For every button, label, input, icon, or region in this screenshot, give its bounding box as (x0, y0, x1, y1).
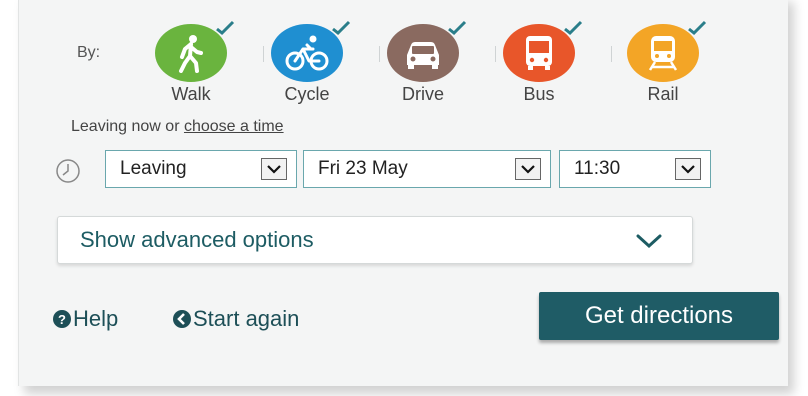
mode-walk-label: Walk (171, 84, 211, 104)
get-directions-button[interactable]: Get directions (539, 292, 779, 340)
walk-icon (179, 35, 203, 73)
date-value: Fri 23 May (318, 158, 408, 179)
dropdown-arrow-icon[interactable] (675, 158, 701, 180)
mode-bus-toggle[interactable]: Bus (491, 20, 587, 108)
check-icon (688, 20, 707, 36)
cycle-icon (285, 35, 329, 71)
show-advanced-options-toggle[interactable]: Show advanced options (57, 216, 693, 264)
svg-text:?: ? (58, 312, 66, 327)
check-icon (564, 20, 583, 36)
clock-icon (56, 159, 80, 183)
time-value: 11:30 (574, 158, 621, 179)
mode-bus-label: Bus (523, 84, 555, 104)
mode-separator (611, 46, 612, 62)
mode-cycle-toggle[interactable]: Cycle (259, 20, 355, 108)
mode-drive-label: Drive (401, 84, 444, 104)
check-icon (448, 20, 467, 36)
leaving-info: Leaving now or choose a time (71, 118, 284, 136)
date-select[interactable]: Fri 23 May (303, 150, 551, 188)
mode-cycle-label: Cycle (284, 84, 330, 104)
dropdown-arrow-icon[interactable] (261, 158, 287, 180)
mode-drive-toggle[interactable]: Drive (375, 20, 471, 108)
car-icon (407, 42, 439, 69)
start-again-label: Start again (193, 306, 300, 331)
by-label: By: (77, 44, 101, 61)
check-icon (216, 20, 235, 36)
train-icon (648, 36, 678, 71)
mode-walk-toggle[interactable]: Walk (143, 20, 239, 108)
chevron-down-icon (636, 234, 662, 249)
mode-rail-toggle[interactable]: Rail (615, 20, 711, 108)
mode-rail-label: Rail (647, 84, 679, 104)
leave-type-value: Leaving (120, 158, 187, 179)
back-arrow-icon (173, 310, 191, 328)
help-link[interactable]: ? Help (53, 306, 118, 332)
advanced-options-label: Show advanced options (80, 227, 314, 252)
start-again-link[interactable]: Start again (173, 306, 299, 332)
help-icon: ? (53, 310, 71, 328)
dropdown-arrow-icon[interactable] (515, 158, 541, 180)
journey-planner-panel: By: Walk Cycle Drive Bus Rail Leaving no… (18, 0, 788, 386)
leaving-prefix: Leaving now or (71, 118, 184, 135)
bus-icon (526, 36, 552, 70)
choose-time-link[interactable]: choose a time (184, 118, 284, 135)
leave-type-select[interactable]: Leaving (105, 150, 297, 188)
check-icon (332, 20, 351, 36)
time-select[interactable]: 11:30 (559, 150, 711, 188)
help-label: Help (73, 306, 119, 331)
